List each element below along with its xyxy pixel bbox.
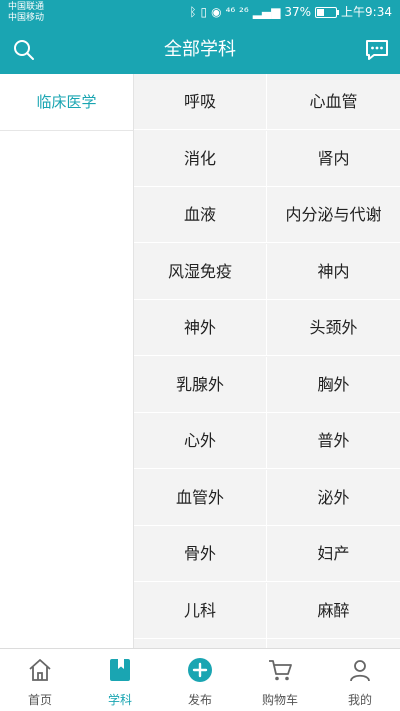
subject-cell[interactable]: 内分泌与代谢 bbox=[267, 187, 400, 243]
subject-cell[interactable]: 心血管 bbox=[267, 74, 400, 130]
battery-fill bbox=[317, 8, 324, 16]
subject-cell[interactable]: 血液 bbox=[134, 187, 267, 243]
clock: 上午9:34 bbox=[341, 5, 392, 19]
subject-cell[interactable]: 妇产 bbox=[267, 526, 400, 582]
subject-cell[interactable]: 神内 bbox=[267, 243, 400, 300]
subject-cell[interactable]: 肾内 bbox=[267, 130, 400, 187]
tab-mine[interactable]: 我的 bbox=[320, 649, 400, 711]
subject-cell[interactable]: 风湿免疫 bbox=[134, 243, 267, 300]
plus-circle-icon bbox=[188, 658, 212, 682]
subject-cell[interactable]: 呼吸 bbox=[134, 74, 267, 130]
subject-cell[interactable]: 儿科 bbox=[134, 582, 267, 639]
tab-publish[interactable]: 发布 bbox=[160, 649, 240, 711]
carrier-2: 中国移动 bbox=[8, 13, 45, 23]
subject-cell[interactable]: 心外 bbox=[134, 413, 267, 469]
subject-grid: 呼吸 心血管 消化 肾内 血液 内分泌与代谢 风湿免疫 神内 神外 头颈外 乳腺… bbox=[134, 74, 400, 648]
subject-cell[interactable]: 麻醉 bbox=[267, 582, 400, 639]
message-icon[interactable] bbox=[364, 38, 390, 62]
eye-icon: ◉ bbox=[211, 5, 222, 19]
carrier-info: 中国联通 中国移动 bbox=[8, 2, 44, 24]
tab-home[interactable]: 首页 bbox=[0, 649, 80, 711]
subject-cell[interactable]: 头颈外 bbox=[267, 300, 400, 356]
app-bar: 全部学科 bbox=[0, 26, 400, 74]
status-bar: 中国联通 中国移动 ᛒ ▯ ◉ ⁴⁶ ²⁶ ▂▄▆ 37% 上午9:34 bbox=[0, 0, 400, 26]
subject-cell[interactable]: 神外 bbox=[134, 300, 267, 356]
signal-icon: ▂▄▆ bbox=[252, 5, 281, 19]
subject-cell[interactable]: 泌外 bbox=[267, 469, 400, 526]
subject-cell[interactable]: 消化 bbox=[134, 130, 267, 187]
tab-label: 发布 bbox=[187, 693, 212, 707]
subject-cell[interactable] bbox=[134, 639, 267, 648]
subject-cell[interactable]: 血管外 bbox=[134, 469, 267, 526]
tab-label: 购物车 bbox=[261, 693, 298, 707]
category-sidebar: 临床医学 bbox=[0, 74, 134, 648]
signal-text: ⁴⁶ ²⁶ bbox=[225, 5, 249, 19]
subject-cell[interactable]: 胸外 bbox=[267, 356, 400, 413]
subject-cell[interactable]: 乳腺外 bbox=[134, 356, 267, 413]
vibrate-icon: ▯ bbox=[200, 5, 208, 19]
tab-subjects[interactable]: 学科 bbox=[80, 649, 160, 711]
bluetooth-icon: ᛒ bbox=[189, 5, 197, 19]
tab-label: 首页 bbox=[27, 693, 52, 707]
home-icon bbox=[29, 659, 51, 681]
carrier-1: 中国联通 bbox=[8, 2, 45, 12]
battery-percent: 37% bbox=[284, 5, 312, 19]
battery-icon bbox=[315, 6, 340, 18]
page-title: 全部学科 bbox=[164, 39, 236, 60]
tab-label: 我的 bbox=[347, 693, 372, 707]
bottom-tab-bar: 首页 学科 发布 购物车 我的 bbox=[0, 648, 400, 711]
system-icons: ᛒ ▯ ◉ ⁴⁶ ²⁶ ▂▄▆ 37% 上午9:34 bbox=[189, 5, 392, 19]
user-icon bbox=[350, 660, 370, 682]
subject-cell[interactable] bbox=[267, 639, 400, 648]
subject-cell[interactable]: 骨外 bbox=[134, 526, 267, 582]
subject-cell[interactable]: 普外 bbox=[267, 413, 400, 469]
tab-label: 学科 bbox=[107, 693, 132, 707]
cart-icon bbox=[269, 660, 292, 681]
tab-cart[interactable]: 购物车 bbox=[240, 649, 320, 711]
sidebar-item-clinical-medicine[interactable]: 临床医学 bbox=[0, 74, 133, 131]
bookmark-icon bbox=[110, 659, 130, 681]
